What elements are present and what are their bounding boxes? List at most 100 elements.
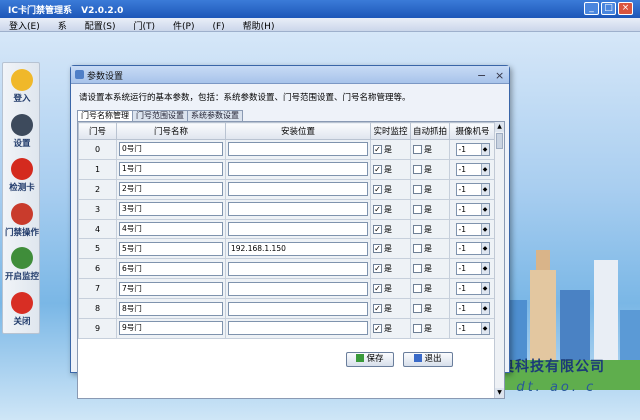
- door-name-cell: 2号门: [116, 178, 226, 200]
- tab-door-range[interactable]: 门号范围设置: [132, 110, 188, 121]
- close-icon[interactable]: ×: [618, 2, 633, 15]
- sidebar-button-5[interactable]: 关闭: [3, 290, 41, 334]
- camera-icon: [11, 247, 33, 269]
- monitor-checkbox[interactable]: ✓: [373, 323, 382, 333]
- camera-select[interactable]: -1 ◆: [455, 222, 490, 236]
- location-input[interactable]: [228, 261, 368, 276]
- capture-checkbox[interactable]: [413, 164, 422, 174]
- menu-item[interactable]: 系: [49, 18, 76, 33]
- capture-checkbox[interactable]: [413, 204, 422, 214]
- menu-item[interactable]: 登入(E): [0, 18, 49, 33]
- camera-cell: -1 ◆: [449, 178, 496, 200]
- sidebar-button-4[interactable]: 开启监控: [3, 245, 41, 289]
- location-input[interactable]: [228, 182, 368, 197]
- location-input[interactable]: 192.168.1.150: [228, 241, 368, 256]
- spinner-icon[interactable]: ◆: [480, 303, 489, 315]
- monitor-checkbox[interactable]: ✓: [373, 164, 382, 174]
- spinner-icon[interactable]: ◆: [480, 283, 489, 295]
- spinner-icon[interactable]: ◆: [480, 243, 489, 255]
- door-name-input[interactable]: 1号门: [119, 162, 223, 177]
- monitor-label: 是: [384, 184, 392, 194]
- door-name-input[interactable]: 6号门: [119, 261, 223, 276]
- door-number: 6: [78, 258, 117, 280]
- door-name-input[interactable]: 4号门: [119, 222, 223, 236]
- app-version: V2.0.2.0: [81, 6, 124, 16]
- menu-item[interactable]: 件(P): [164, 18, 203, 33]
- sidebar-button-0[interactable]: 登入: [3, 67, 41, 111]
- door-name-input[interactable]: 2号门: [119, 182, 223, 197]
- camera-select[interactable]: -1 ◆: [455, 162, 490, 176]
- monitor-checkbox[interactable]: ✓: [373, 304, 382, 314]
- save-button[interactable]: 保存: [346, 352, 394, 367]
- dialog-close-icon[interactable]: ×: [495, 69, 504, 82]
- spinner-icon[interactable]: ◆: [480, 203, 489, 215]
- monitor-checkbox[interactable]: ✓: [373, 264, 382, 274]
- capture-checkbox[interactable]: [413, 224, 422, 234]
- spinner-icon[interactable]: ◆: [480, 263, 489, 275]
- camera-select[interactable]: -1 ◆: [455, 242, 490, 256]
- location-input[interactable]: [228, 202, 368, 217]
- monitor-checkbox[interactable]: ✓: [373, 204, 382, 214]
- grid-scrollbar[interactable]: ▲ ▼: [494, 122, 504, 398]
- capture-checkbox[interactable]: [413, 244, 422, 254]
- camera-cell: -1 ◆: [449, 238, 496, 260]
- camera-cell: -1 ◆: [449, 318, 496, 339]
- scroll-thumb[interactable]: [496, 133, 503, 149]
- spinner-icon[interactable]: ◆: [480, 223, 489, 235]
- capture-checkbox[interactable]: [413, 304, 422, 314]
- door-name-input[interactable]: 0号门: [119, 142, 223, 157]
- door-name-input[interactable]: 8号门: [119, 301, 223, 316]
- location-input[interactable]: [228, 301, 368, 316]
- door-name-input[interactable]: 7号门: [119, 281, 223, 296]
- spinner-icon[interactable]: ◆: [480, 183, 489, 195]
- maximize-icon[interactable]: □: [601, 2, 616, 15]
- camera-select[interactable]: -1 ◆: [455, 282, 490, 296]
- sidebar-button-3[interactable]: 门禁操作: [3, 201, 41, 245]
- exit-button[interactable]: 退出: [403, 352, 453, 367]
- menu-item[interactable]: 帮助(H): [234, 18, 284, 33]
- scroll-down-icon[interactable]: ▼: [495, 388, 504, 398]
- column-header: 实时监控: [370, 122, 411, 140]
- monitor-checkbox[interactable]: ✓: [373, 224, 382, 234]
- capture-checkbox[interactable]: [413, 184, 422, 194]
- dialog-minimize-icon[interactable]: −: [477, 69, 486, 82]
- spinner-icon[interactable]: ◆: [480, 163, 489, 175]
- spinner-icon[interactable]: ◆: [480, 143, 489, 155]
- door-name-input[interactable]: 9号门: [119, 321, 223, 336]
- monitor-cell: ✓ 是: [370, 278, 411, 300]
- camera-select[interactable]: -1 ◆: [455, 182, 490, 196]
- location-input[interactable]: [228, 281, 368, 296]
- location-input[interactable]: [228, 162, 368, 177]
- sidebar-button-2[interactable]: 检测卡: [3, 156, 41, 200]
- sidebar-button-1[interactable]: 设置: [3, 112, 41, 156]
- capture-checkbox[interactable]: [413, 144, 422, 154]
- monitor-checkbox[interactable]: ✓: [373, 144, 382, 154]
- camera-select[interactable]: -1 ◆: [455, 142, 490, 156]
- capture-checkbox[interactable]: [413, 264, 422, 274]
- camera-select[interactable]: -1 ◆: [455, 321, 490, 335]
- door-name-input[interactable]: 3号门: [119, 202, 223, 217]
- capture-cell: 是: [410, 278, 450, 300]
- minimize-icon[interactable]: _: [584, 2, 599, 15]
- capture-checkbox[interactable]: [413, 284, 422, 294]
- table-row: 2 2号门 ✓ 是是 -1 ◆: [78, 178, 496, 200]
- scroll-up-icon[interactable]: ▲: [495, 122, 504, 132]
- tab-system-params[interactable]: 系统参数设置: [187, 110, 243, 121]
- camera-select[interactable]: -1 ◆: [455, 262, 490, 276]
- capture-checkbox[interactable]: [413, 323, 422, 333]
- tab-door-names[interactable]: 门号名称管理: [77, 110, 133, 121]
- camera-select[interactable]: -1 ◆: [455, 202, 490, 216]
- monitor-checkbox[interactable]: ✓: [373, 284, 382, 294]
- door-name-input[interactable]: 5号门: [119, 241, 223, 256]
- capture-cell: 是: [410, 238, 450, 260]
- menu-item[interactable]: 配置(S): [76, 18, 125, 33]
- table-row: 8 8号门 ✓ 是是 -1 ◆: [78, 298, 496, 320]
- location-input[interactable]: [228, 142, 368, 157]
- location-input[interactable]: [228, 321, 368, 336]
- monitor-checkbox[interactable]: ✓: [373, 244, 382, 254]
- location-input[interactable]: [228, 222, 368, 236]
- monitor-checkbox[interactable]: ✓: [373, 184, 382, 194]
- camera-select[interactable]: -1 ◆: [455, 302, 490, 316]
- menu-item[interactable]: 门(T): [124, 18, 164, 33]
- spinner-icon[interactable]: ◆: [480, 322, 489, 334]
